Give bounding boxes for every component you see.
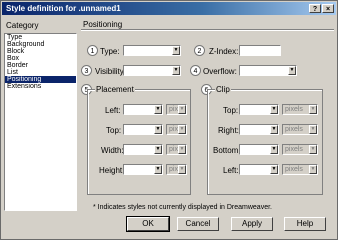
clip-left-input[interactable]: ▼: [239, 164, 279, 175]
window-title: Style definition for .unnamed1: [6, 4, 121, 13]
category-item-background[interactable]: Background: [5, 41, 76, 48]
clip-top-label: Top:: [223, 106, 239, 115]
category-item-border[interactable]: Border: [5, 62, 76, 69]
clip-bottom-unit-arrow[interactable]: ▼: [309, 145, 317, 154]
placement-width-unit[interactable]: pixels▼: [166, 144, 187, 155]
cancel-button[interactable]: Cancel: [177, 217, 219, 231]
callout-4: 4: [190, 65, 201, 76]
category-label: Category: [6, 21, 39, 30]
clip-right-dropdown-arrow[interactable]: ▼: [270, 125, 278, 134]
overflow-select[interactable]: ▼: [239, 65, 297, 76]
clip-right-unit-arrow[interactable]: ▼: [309, 125, 317, 134]
clip-right-label: Right:: [218, 126, 239, 135]
placement-height-unit-arrow[interactable]: ▼: [178, 165, 186, 174]
placement-top-input[interactable]: ▼: [123, 124, 163, 135]
clip-bottom-unit-value: pixels: [285, 146, 303, 153]
overflow-label: Overflow:: [203, 67, 237, 76]
clip-top-dropdown-arrow[interactable]: ▼: [270, 105, 278, 114]
help-button[interactable]: Help: [284, 217, 326, 231]
category-item-list[interactable]: List: [5, 69, 76, 76]
clip-bottom-label: Bottom:: [213, 146, 241, 155]
placement-top-unit-arrow[interactable]: ▼: [178, 125, 186, 134]
footnote: * Indicates styles not currently display…: [93, 204, 272, 211]
clip-left-unit-value: pixels: [285, 166, 303, 173]
clip-top-unit-value: pixels: [285, 106, 303, 113]
callout-3: 3: [81, 65, 92, 76]
placement-left-dropdown-arrow[interactable]: ▼: [154, 105, 162, 114]
placement-width-label: Width:: [101, 146, 124, 155]
placement-width-dropdown-arrow[interactable]: ▼: [154, 145, 162, 154]
category-item-positioning[interactable]: Positioning: [5, 76, 76, 83]
placement-width-unit-arrow[interactable]: ▼: [178, 145, 186, 154]
clip-top-unit-arrow[interactable]: ▼: [309, 105, 317, 114]
clip-left-label: Left:: [223, 166, 239, 175]
placement-top-unit[interactable]: pixels▼: [166, 124, 187, 135]
placement-height-dropdown-arrow[interactable]: ▼: [154, 165, 162, 174]
clip-left-unit-arrow[interactable]: ▼: [309, 165, 317, 174]
callout-1: 1: [87, 45, 98, 56]
placement-left-input[interactable]: ▼: [123, 104, 163, 115]
clip-right-input[interactable]: ▼: [239, 124, 279, 135]
style-definition-dialog: Style definition for .unnamed1 ? × Categ…: [0, 0, 338, 240]
type-dropdown-arrow[interactable]: ▼: [172, 46, 180, 55]
panel-divider: [81, 29, 334, 31]
placement-title: Placement: [95, 85, 135, 94]
clip-left-dropdown-arrow[interactable]: ▼: [270, 165, 278, 174]
placement-top-dropdown-arrow[interactable]: ▼: [154, 125, 162, 134]
clip-right-unit-value: pixels: [285, 126, 303, 133]
clip-right-unit[interactable]: pixels ▼: [282, 124, 318, 135]
z-index-label: Z-Index:: [209, 47, 239, 56]
clip-left-unit[interactable]: pixels ▼: [282, 164, 318, 175]
ok-button[interactable]: OK: [126, 216, 170, 232]
clip-title: Clip: [215, 85, 231, 94]
type-select[interactable]: ▼: [123, 45, 181, 56]
clip-bottom-input[interactable]: ▼: [239, 144, 279, 155]
apply-button[interactable]: Apply: [231, 217, 273, 231]
clip-bottom-dropdown-arrow[interactable]: ▼: [270, 145, 278, 154]
category-list[interactable]: Type Background Block Box Border List Po…: [4, 33, 77, 211]
placement-width-input[interactable]: ▼: [123, 144, 163, 155]
close-icon[interactable]: ×: [322, 4, 334, 13]
placement-left-label: Left:: [105, 106, 121, 115]
visibility-label: Visibility:: [95, 67, 126, 76]
clip-top-input[interactable]: ▼: [239, 104, 279, 115]
placement-left-unit[interactable]: pixels▼: [166, 104, 187, 115]
category-item-box[interactable]: Box: [5, 55, 76, 62]
clip-top-unit[interactable]: pixels ▼: [282, 104, 318, 115]
placement-height-label: Height:: [99, 166, 125, 175]
callout-2: 2: [194, 45, 205, 56]
visibility-select[interactable]: ▼: [123, 65, 181, 76]
z-index-input[interactable]: [239, 45, 281, 56]
category-item-block[interactable]: Block: [5, 48, 76, 55]
clip-bottom-unit[interactable]: pixels ▼: [282, 144, 318, 155]
help-title-button[interactable]: ?: [309, 4, 321, 13]
overflow-dropdown-arrow[interactable]: ▼: [288, 66, 296, 75]
visibility-dropdown-arrow[interactable]: ▼: [172, 66, 180, 75]
placement-top-label: Top:: [106, 126, 122, 135]
placement-height-input[interactable]: ▼: [123, 164, 163, 175]
panel-title: Positioning: [83, 20, 123, 29]
category-item-type[interactable]: Type: [5, 34, 76, 41]
placement-left-unit-arrow[interactable]: ▼: [178, 105, 186, 114]
category-item-extensions[interactable]: Extensions: [5, 83, 76, 90]
placement-height-unit[interactable]: pixels▼: [166, 164, 187, 175]
title-bar: Style definition for .unnamed1 ? ×: [2, 2, 336, 15]
type-label: Type:: [100, 47, 120, 56]
